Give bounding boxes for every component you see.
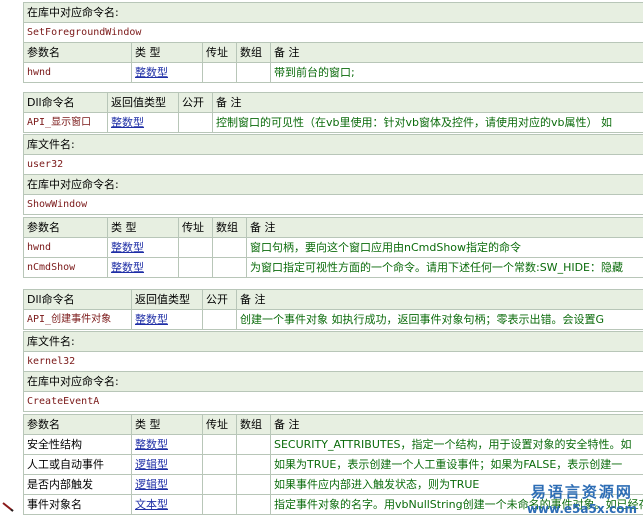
block3-lib-table: 库文件名: kernel32 在库中对应命令名: CreateEventA <box>23 331 643 412</box>
param-note[interactable]: 窗口句柄，要向这个窗口应用由nCmdShow指定的命令 <box>246 237 643 258</box>
col-return-type: 返回值类型 <box>131 289 203 310</box>
param-byref[interactable] <box>178 257 213 278</box>
param-type-link[interactable]: 逻辑型 <box>131 474 203 495</box>
col-dll-name: Dll命令名 <box>23 92 108 113</box>
col-type: 类 型 <box>131 42 203 63</box>
table-row[interactable]: 人工或自动事件 逻辑型 如果为TRUE，表示创建一个人工重设事件；如果为FALS… <box>23 454 643 475</box>
lib-cmd-value[interactable]: SetForegroundWindow <box>23 22 643 43</box>
param-byref[interactable] <box>202 454 237 475</box>
param-byref[interactable] <box>202 62 237 83</box>
col-byref: 传址 <box>202 414 237 435</box>
param-byref[interactable] <box>178 237 213 258</box>
lib-file-label: 库文件名: <box>23 331 643 352</box>
col-return-type: 返回值类型 <box>107 92 179 113</box>
table-row[interactable]: nCmdShow 整数型 为窗口指定可视性方面的一个命令。请用下述任何一个常数:… <box>23 257 643 278</box>
param-note[interactable]: 为窗口指定可视性方面的一个命令。请用下述任何一个常数:SW_HIDE：隐藏 <box>246 257 643 278</box>
block2-dll-table: Dll命令名 返回值类型 公开 备 注 API_显示窗口 整数型 控制窗口的可见… <box>23 92 643 133</box>
pencil-cursor-icon <box>2 502 14 512</box>
col-note: 备 注 <box>270 414 643 435</box>
dll-note[interactable]: 创建一个事件对象 如执行成功，返回事件对象句柄；零表示出错。会设置G <box>236 309 643 330</box>
lib-file-value[interactable]: kernel32 <box>23 351 643 372</box>
col-dll-name: Dll命令名 <box>23 289 132 310</box>
col-byref: 传址 <box>202 42 237 63</box>
return-type-link[interactable]: 整数型 <box>107 112 179 133</box>
param-name[interactable]: 安全性结构 <box>23 434 132 455</box>
block1-param-table: 参数名 类 型 传址 数组 备 注 hwnd 整数型 带到前台的窗口; <box>23 42 643 83</box>
dll-name[interactable]: API_创建事件对象 <box>23 309 132 330</box>
col-param-name: 参数名 <box>23 414 132 435</box>
lib-file-label: 库文件名: <box>23 134 643 155</box>
param-type-link[interactable]: 文本型 <box>131 494 203 515</box>
param-array[interactable] <box>236 474 271 495</box>
lib-file-value[interactable]: user32 <box>23 154 643 175</box>
col-param-name: 参数名 <box>23 217 108 238</box>
public-cell[interactable] <box>178 112 213 133</box>
block1-libcmd-table: 在库中对应命令名: SetForegroundWindow <box>23 2 643 43</box>
col-public: 公开 <box>202 289 237 310</box>
param-byref[interactable] <box>202 474 237 495</box>
table-row[interactable]: 安全性结构 整数型 SECURITY_ATTRIBUTES，指定一个结构，用于设… <box>23 434 643 455</box>
col-public: 公开 <box>178 92 213 113</box>
site-watermark: 易语言资源网 www.e5a5x.com <box>527 481 637 516</box>
param-type-link[interactable]: 逻辑型 <box>131 454 203 475</box>
param-type-link[interactable]: 整数型 <box>107 237 179 258</box>
param-array[interactable] <box>236 62 271 83</box>
param-name[interactable]: 是否内部触发 <box>23 474 132 495</box>
param-array[interactable] <box>212 257 247 278</box>
col-param-name: 参数名 <box>23 42 132 63</box>
col-type: 类 型 <box>107 217 179 238</box>
table-row[interactable]: hwnd 整数型 窗口句柄，要向这个窗口应用由nCmdShow指定的命令 <box>23 237 643 258</box>
param-byref[interactable] <box>202 494 237 515</box>
table-row[interactable]: API_显示窗口 整数型 控制窗口的可见性（在vb里使用：针对vb窗体及控件，请… <box>23 112 643 133</box>
param-array[interactable] <box>236 434 271 455</box>
param-type-link[interactable]: 整数型 <box>107 257 179 278</box>
col-array: 数组 <box>236 414 271 435</box>
lib-cmd-label: 在库中对应命令名: <box>23 174 643 195</box>
param-name[interactable]: 人工或自动事件 <box>23 454 132 475</box>
col-note: 备 注 <box>270 42 643 63</box>
col-note: 备 注 <box>246 217 643 238</box>
block2-param-table: 参数名 类 型 传址 数组 备 注 hwnd 整数型 窗口句柄，要向这个窗口应用… <box>23 217 643 278</box>
block2-lib-table: 库文件名: user32 在库中对应命令名: ShowWindow <box>23 134 643 215</box>
param-name[interactable]: nCmdShow <box>23 257 108 278</box>
lib-cmd-value[interactable]: ShowWindow <box>23 194 643 215</box>
col-note: 备 注 <box>212 92 643 113</box>
col-array: 数组 <box>212 217 247 238</box>
block3-dll-table: Dll命令名 返回值类型 公开 备 注 API_创建事件对象 整数型 创建一个事… <box>23 289 643 330</box>
col-array: 数组 <box>236 42 271 63</box>
dll-name[interactable]: API_显示窗口 <box>23 112 108 133</box>
watermark-url: www.e5a5x.com <box>526 502 637 516</box>
param-type-link[interactable]: 整数型 <box>131 62 203 83</box>
param-note[interactable]: 如果为TRUE，表示创建一个人工重设事件；如果为FALSE，表示创建一 <box>270 454 643 475</box>
col-byref: 传址 <box>178 217 213 238</box>
table-row[interactable]: hwnd 整数型 带到前台的窗口; <box>23 62 643 83</box>
lib-cmd-label: 在库中对应命令名: <box>23 371 643 392</box>
lib-cmd-value[interactable]: CreateEventA <box>23 391 643 412</box>
public-cell[interactable] <box>202 309 237 330</box>
param-array[interactable] <box>236 454 271 475</box>
col-note: 备 注 <box>236 289 643 310</box>
param-type-link[interactable]: 整数型 <box>131 434 203 455</box>
return-type-link[interactable]: 整数型 <box>131 309 203 330</box>
param-name[interactable]: 事件对象名 <box>23 494 132 515</box>
param-array[interactable] <box>236 494 271 515</box>
table-row[interactable]: API_创建事件对象 整数型 创建一个事件对象 如执行成功，返回事件对象句柄；零… <box>23 309 643 330</box>
col-type: 类 型 <box>131 414 203 435</box>
param-name[interactable]: hwnd <box>23 62 132 83</box>
param-array[interactable] <box>212 237 247 258</box>
watermark-title: 易语言资源网 <box>530 483 633 501</box>
lib-cmd-label: 在库中对应命令名: <box>23 2 643 23</box>
param-byref[interactable] <box>202 434 237 455</box>
dll-note[interactable]: 控制窗口的可见性（在vb里使用：针对vb窗体及控件，请使用对应的vb属性） 如 <box>212 112 643 133</box>
param-note[interactable]: 带到前台的窗口; <box>270 62 643 83</box>
param-note[interactable]: SECURITY_ATTRIBUTES，指定一个结构，用于设置对象的安全特性。如 <box>270 434 643 455</box>
param-name[interactable]: hwnd <box>23 237 108 258</box>
